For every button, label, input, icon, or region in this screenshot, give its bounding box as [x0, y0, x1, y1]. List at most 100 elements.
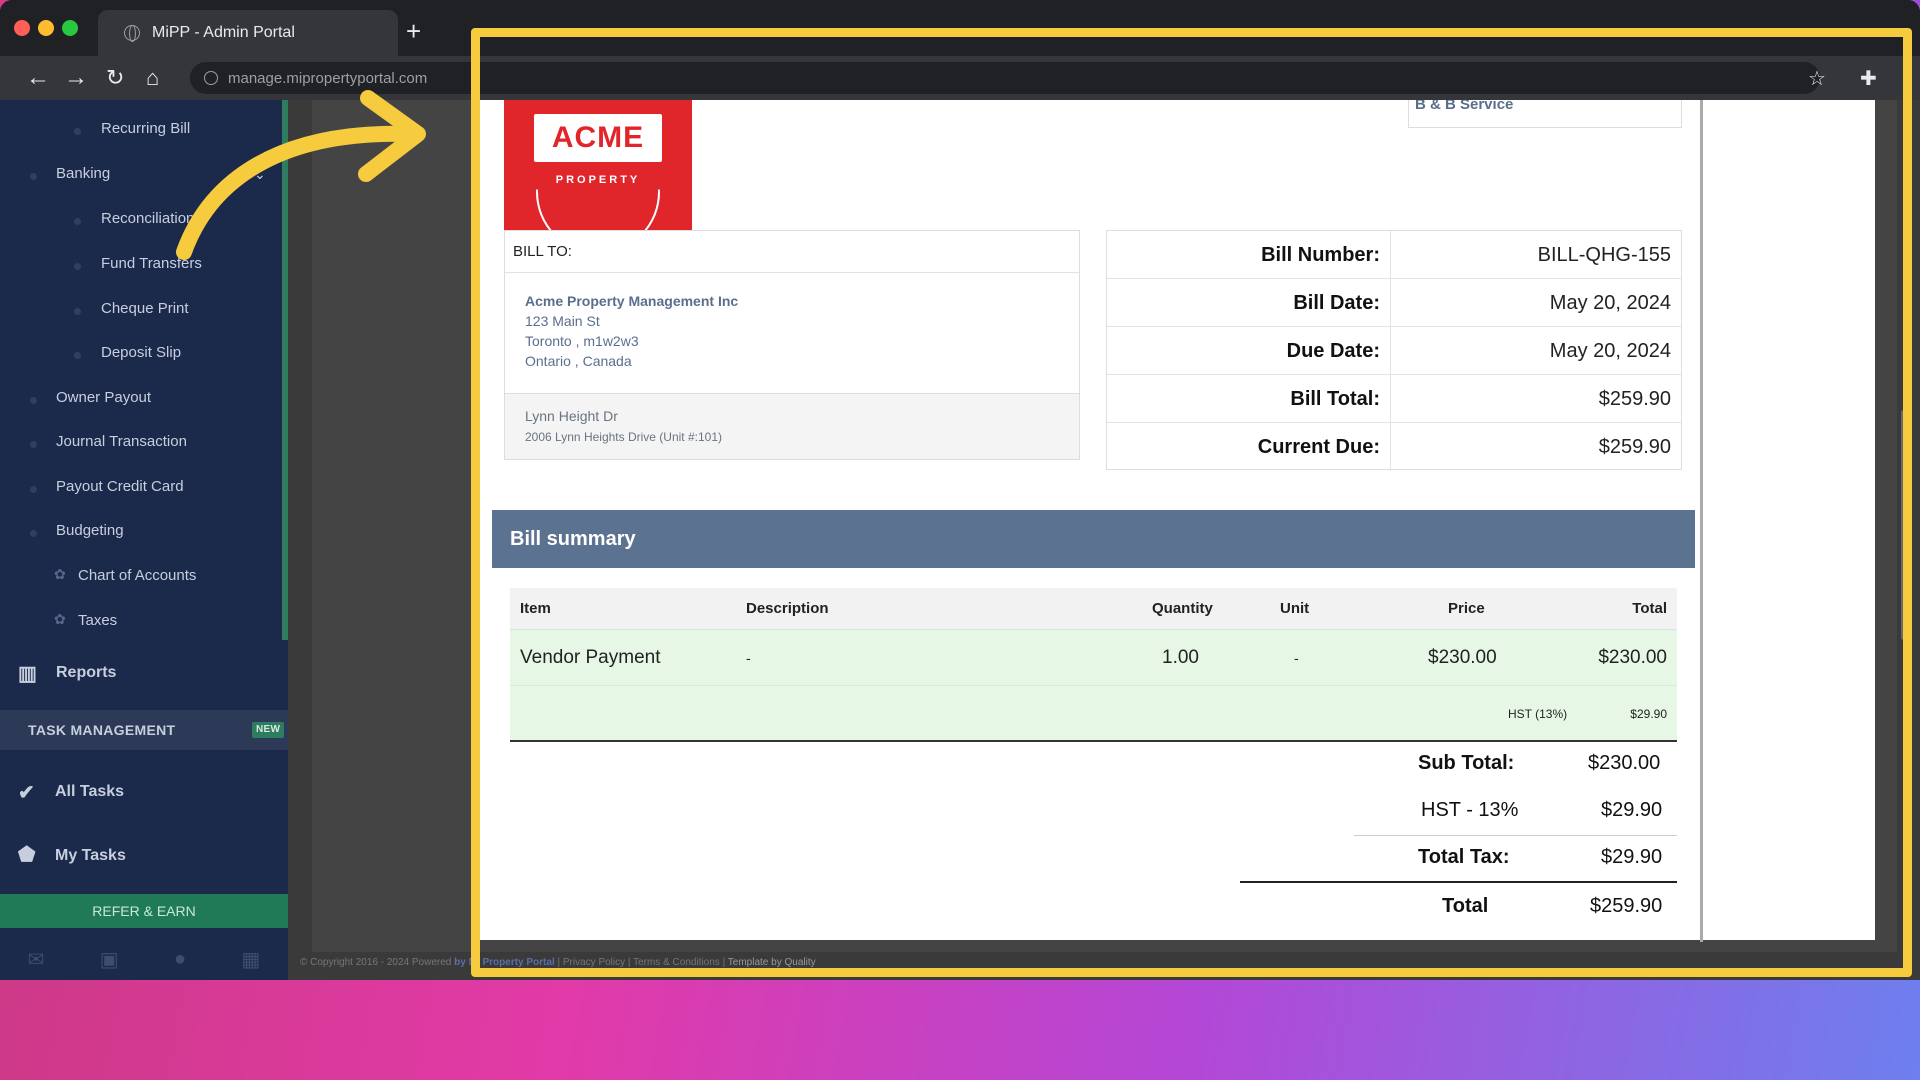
new-tab-button[interactable]: + [406, 16, 421, 46]
property-name: Lynn Height Dr [525, 408, 618, 424]
bullet-icon [74, 218, 81, 225]
due-date-label: Due Date: [1107, 327, 1391, 374]
due-date-row: Due Date: May 20, 2024 [1107, 327, 1681, 375]
sidebar-item-payout-credit-card[interactable]: Payout Credit Card [56, 478, 184, 495]
close-window-button[interactable] [14, 20, 30, 36]
column-price: Price [1448, 600, 1485, 617]
due-date-value: May 20, 2024 [1549, 340, 1671, 362]
bookmark-star-icon[interactable]: ☆ [1808, 66, 1826, 91]
bill-date-label: Bill Date: [1107, 279, 1391, 326]
task-management-header: TASK MANAGEMENT NEW [0, 710, 288, 750]
sidebar-item-reconciliation[interactable]: Reconciliation [101, 210, 194, 227]
footer-brand-link[interactable]: by Mi Property Portal [454, 957, 555, 968]
bill-info-table: Bill Number: BILL-QHG-155 Bill Date: May… [1106, 230, 1682, 471]
acme-property-logo: ACME PROPERTY [504, 100, 692, 242]
bill-number-value: BILL-QHG-155 [1537, 244, 1671, 266]
gear-icon: ✿ [54, 611, 66, 627]
home-icon[interactable]: ⌂ [146, 64, 159, 92]
document-edge [1700, 100, 1703, 942]
url-text: manage.mipropertyportal.com [228, 69, 428, 87]
bill-to-street: 123 Main St [525, 313, 600, 329]
sidebar-item-recurring-bill[interactable]: Recurring Bill [101, 120, 190, 137]
briefcase-icon[interactable]: ▣ [100, 947, 119, 972]
sidebar-item-all-tasks[interactable]: All Tasks [55, 783, 124, 801]
total-value: $259.90 [1590, 895, 1663, 917]
bullet-icon [30, 397, 37, 404]
cell-item: Vendor Payment [520, 647, 661, 668]
total-tax-label: Total Tax: [1418, 846, 1510, 868]
sidebar-item-budgeting[interactable]: Budgeting [56, 522, 124, 539]
maximize-window-button[interactable] [62, 20, 78, 36]
cell-quantity: 1.00 [1162, 647, 1199, 668]
sidebar-item-fund-transfers[interactable]: Fund Transfers [101, 255, 202, 272]
sidebar-item-my-tasks[interactable]: My Tasks [55, 847, 126, 865]
bill-summary-table: Item Description Quantity Unit Price Tot… [510, 588, 1677, 742]
sidebar-item-cheque-print[interactable]: Cheque Print [101, 300, 189, 317]
tax-label: HST (13%) [1508, 707, 1568, 721]
sidebar-item-reports[interactable]: Reports [56, 664, 116, 682]
sidebar-bottom-bar: ✉ ▣ ● ▦ [0, 938, 288, 980]
chevron-down-icon[interactable]: ⌄ [254, 166, 266, 183]
cell-unit: - [1294, 650, 1299, 666]
table-row: Vendor Payment - 1.00 - $230.00 $230.00 [510, 630, 1677, 686]
extensions-icon[interactable]: ✚ [1860, 66, 1877, 91]
footer-copyright: © Copyright 2016 - 2024 Powered [300, 957, 452, 968]
browser-window: MiPP - Admin Portal + ← → ↻ ⌂ manage.mip… [0, 0, 1920, 980]
grand-total-divider [1240, 881, 1677, 883]
bill-to-label: BILL TO: [505, 231, 1079, 273]
bullet-icon [30, 441, 37, 448]
browser-menu-icon[interactable]: ⋮ [1896, 66, 1916, 91]
bill-summary-header: Bill summary [492, 510, 1695, 568]
sidebar-item-banking[interactable]: Banking [56, 165, 110, 182]
cell-total: $230.00 [1598, 647, 1667, 668]
address-bar[interactable]: manage.mipropertyportal.com [190, 62, 1820, 94]
hst-value: $29.90 [1601, 799, 1663, 821]
sidebar-item-chart-of-accounts[interactable]: Chart of Accounts [78, 567, 196, 584]
user-icon[interactable]: ● [174, 948, 186, 971]
bill-total-label: Bill Total: [1107, 375, 1391, 422]
browser-tab[interactable]: MiPP - Admin Portal [98, 10, 398, 56]
new-badge: NEW [252, 722, 285, 738]
bill-to-city: Toronto , m1w2w3 [525, 333, 639, 349]
gear-icon: ✿ [54, 566, 66, 582]
logo-subtext: PROPERTY [555, 174, 641, 186]
reload-icon[interactable]: ↻ [106, 64, 124, 92]
column-quantity: Quantity [1152, 600, 1213, 617]
totals-divider [1354, 835, 1677, 836]
bill-to-address: Acme Property Management Inc 123 Main St… [505, 273, 1079, 393]
vendor-name: B & B Service [1415, 100, 1514, 113]
mail-icon[interactable]: ✉ [28, 947, 45, 972]
back-arrow-icon[interactable]: ← [26, 64, 50, 92]
bill-to-name: Acme Property Management Inc [525, 293, 739, 309]
bill-to-panel: BILL TO: Acme Property Management Inc 12… [504, 230, 1080, 460]
sidebar-item-taxes[interactable]: Taxes [78, 612, 117, 629]
bullet-icon [30, 173, 37, 180]
sidebar-item-journal-transaction[interactable]: Journal Transaction [56, 433, 187, 450]
bill-total-value: $259.90 [1598, 388, 1671, 410]
calendar-icon[interactable]: ▦ [241, 947, 260, 972]
cell-price: $230.00 [1428, 647, 1497, 668]
sidebar: Recurring Bill Banking ⌄ Reconciliation … [0, 100, 288, 980]
sidebar-item-owner-payout[interactable]: Owner Payout [56, 389, 151, 406]
bar-chart-icon: ▥ [18, 663, 37, 685]
forward-arrow-icon[interactable]: → [64, 64, 88, 92]
site-info-icon[interactable] [204, 71, 218, 85]
refer-and-earn-button[interactable]: REFER & EARN [0, 894, 288, 928]
footer-links[interactable]: | Privacy Policy | Terms & Conditions | [558, 957, 726, 968]
total-label: Total [1442, 895, 1489, 917]
bill-number-row: Bill Number: BILL-QHG-155 [1107, 231, 1681, 279]
current-due-value: $259.90 [1598, 436, 1671, 458]
table-header: Item Description Quantity Unit Price Tot… [510, 588, 1677, 630]
cell-description: - [746, 650, 751, 666]
tab-bar: MiPP - Admin Portal + [0, 0, 1920, 64]
current-due-row: Current Due: $259.90 [1107, 423, 1681, 471]
tax-value: $29.90 [1630, 707, 1667, 721]
page-scrollbar[interactable] [1901, 410, 1906, 640]
bullet-icon [74, 263, 81, 270]
globe-icon [124, 25, 140, 42]
checkmark-icon: ✔ [18, 782, 35, 804]
minimize-window-button[interactable] [38, 20, 54, 36]
sub-total-label: Sub Total: [1418, 752, 1515, 774]
task-management-label: TASK MANAGEMENT [28, 722, 176, 738]
sidebar-item-deposit-slip[interactable]: Deposit Slip [101, 344, 181, 361]
